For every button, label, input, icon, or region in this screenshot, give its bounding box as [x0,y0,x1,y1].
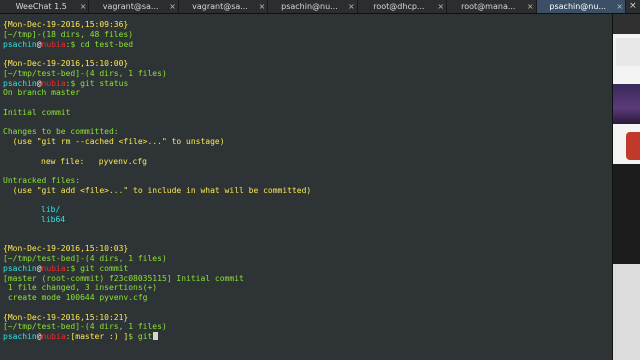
untracked-item: lib/ [3,205,612,215]
background-window-dark-area [612,164,640,264]
git-status-branch: On branch master [3,88,81,98]
prompt-host: nubia [41,263,66,273]
tab-psachin-1[interactable]: psachin@nu... × [268,0,358,13]
close-tab-icon[interactable]: × [259,0,266,13]
commit-summary: [master (root-commit) f23c08035115] Init… [3,273,244,283]
tab-bar: WeeChat 1.5 × vagrant@sa... × vagrant@sa… [0,0,640,14]
tab-vagrant-2[interactable]: vagrant@sa... × [179,0,269,13]
tab-psachin-active[interactable]: psachin@nu... × [536,0,626,13]
git-status-unstage-hint: (use "git rm --cached <file>..." to unst… [3,137,225,146]
untracked-file: lib/ [41,205,61,215]
prompt-date: {Mon-Dec-19-2016,15:10:21} [3,312,129,322]
prompt-date: {Mon-Dec-19-2016,15:09:36} [3,20,129,29]
prompt-dir: [~/tmp/test-bed]-(4 dirs, 1 files) [3,322,167,332]
new-file-name: pyvenv.cfg [98,156,147,166]
command-input[interactable]: $ git [128,332,152,341]
background-window-light-area [612,264,640,360]
close-tab-icon[interactable]: × [527,0,534,13]
terminal-output[interactable]: {Mon-Dec-19-2016,15:09:36} [~/tmp]-(18 d… [0,14,612,360]
prompt-host: nubia [41,332,66,341]
untracked-file: lib64 [41,215,66,224]
tab-label: vagrant@sa... [102,2,159,11]
prompt-dir: [~/tmp/test-bed]-(4 dirs, 1 files) [3,68,167,78]
close-tab-icon[interactable]: × [348,0,355,13]
prompt-line: psachin@nubia:$ cd test-bed [3,40,612,50]
command-text: $ git status [70,78,129,88]
prompt-line: psachin@nubia:$ git commit [3,264,612,274]
tab-label: root@mana... [461,2,516,11]
prompt-host: nubia [41,78,66,88]
close-tab-icon[interactable]: × [616,0,623,13]
tab-label: psachin@nu... [281,2,338,11]
untracked-item: lib64 [3,215,612,225]
tab-label: vagrant@sa... [192,2,248,11]
prompt-line: psachin@nubia:$ git status [3,79,612,89]
text-cursor [153,332,159,340]
git-status-initial: Initial commit [3,107,71,117]
tab-label: WeeChat 1.5 [15,2,67,11]
window-edge [612,14,613,360]
command-text: $ cd test-bed [70,39,134,49]
tab-label: root@dhcp... [373,2,425,11]
prompt-user: psachin [3,39,37,49]
tab-root-mana[interactable]: root@mana... × [447,0,537,13]
git-status-new-file-line: new file: pyvenv.cfg [3,157,612,167]
git-status-changes-header: Changes to be committed: [3,127,119,137]
new-file-label: new file: [41,156,99,166]
tab-weechat[interactable]: WeeChat 1.5 × [0,0,90,13]
background-window-image [612,84,640,124]
prompt-dir: [~/tmp/test-bed]-(4 dirs, 1 files) [3,254,167,263]
close-tab-icon[interactable]: × [169,0,176,13]
close-tab-icon[interactable]: × [80,0,87,13]
window-close-icon[interactable]: × [626,0,640,13]
prompt-user: psachin [3,263,37,273]
background-window-header [612,14,640,34]
prompt-user: psachin [3,78,37,88]
background-window [612,14,640,360]
git-status-add-hint: (use "git add <file>..." to include in w… [3,185,312,195]
tab-label: psachin@nu... [549,2,607,11]
git-status-untracked-header: Untracked files: [3,176,81,185]
prompt-date: {Mon-Dec-19-2016,15:10:03} [3,244,129,254]
tab-vagrant-1[interactable]: vagrant@sa... × [89,0,179,13]
tab-root-dhcp[interactable]: root@dhcp... × [358,0,448,13]
background-window-panel [616,38,640,66]
prompt-date: {Mon-Dec-19-2016,15:10:00} [3,59,129,68]
prompt-user: psachin [3,332,37,341]
prompt-dir: [~/tmp]-(18 dirs, 48 files) [3,29,134,39]
commit-mode: create mode 100644 pyvenv.cfg [3,293,148,302]
commit-stats: 1 file changed, 3 insertions(+) [3,283,158,293]
prompt-line: psachin@nubia:[master :) ]$ git [3,332,612,342]
background-window-graphic [626,132,640,160]
prompt-host: nubia [41,39,66,49]
prompt-branch: [master :) ] [70,332,129,341]
command-text: $ git commit [70,263,129,273]
close-tab-icon[interactable]: × [437,0,444,13]
